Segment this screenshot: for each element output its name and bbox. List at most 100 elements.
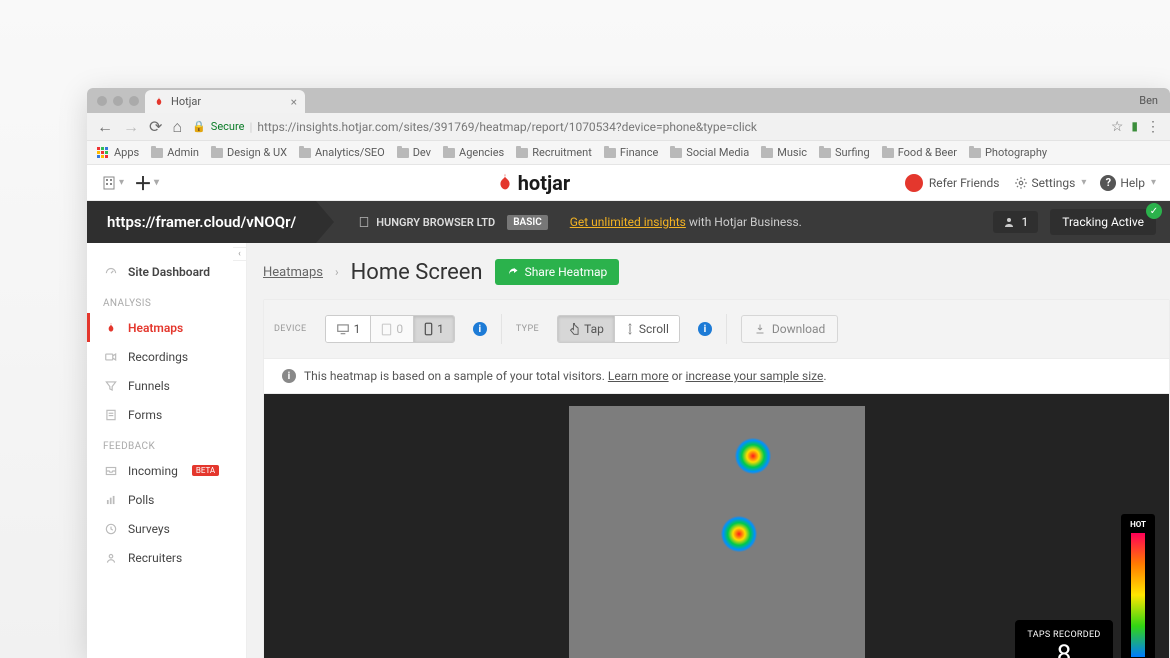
bookmark-folder[interactable]: Recruitment: [516, 146, 592, 159]
bookmark-folder[interactable]: Photography: [969, 146, 1047, 159]
bookmark-label: Surfing: [835, 146, 870, 159]
sidebar-label: Polls: [128, 493, 154, 507]
sidebar-recruiters[interactable]: Recruiters: [87, 543, 246, 572]
share-button[interactable]: Share Heatmap: [495, 259, 620, 285]
sidebar-heatmaps[interactable]: Heatmaps: [87, 313, 246, 342]
device-label: DEVICE: [274, 324, 307, 334]
help-menu[interactable]: ? Help▾: [1100, 175, 1156, 191]
folder-icon: [211, 148, 223, 158]
folder-icon: [670, 148, 682, 158]
bookmark-folder[interactable]: Music: [761, 146, 807, 159]
sidebar-surveys[interactable]: Surveys: [87, 514, 246, 543]
url-field[interactable]: 🔒 Secure | https://insights.hotjar.com/s…: [192, 120, 1101, 134]
bookmark-folder[interactable]: Surfing: [819, 146, 870, 159]
sidebar-dashboard[interactable]: Site Dashboard: [87, 257, 246, 286]
hotjar-logo[interactable]: hotjar: [494, 171, 571, 195]
sidebar-polls[interactable]: Polls: [87, 485, 246, 514]
tracking-status[interactable]: Tracking Active ✓: [1050, 209, 1156, 235]
bookmark-label: Social Media: [686, 146, 749, 159]
increase-sample-link[interactable]: increase your sample size: [685, 369, 823, 383]
bookmark-folder[interactable]: Analytics/SEO: [299, 146, 385, 159]
close-dot[interactable]: [97, 96, 107, 106]
inbox-icon: [103, 463, 118, 478]
device-phone[interactable]: 1: [414, 316, 454, 342]
heatmap-viewer: TAPS RECORDED 8 HOT COLD: [264, 394, 1169, 658]
forward-icon[interactable]: →: [123, 119, 139, 135]
chevron-down-icon: ▾: [1151, 177, 1156, 188]
bookmark-folder[interactable]: Food & Beer: [882, 146, 957, 159]
learn-more-link[interactable]: Learn more: [608, 369, 669, 383]
device-desktop[interactable]: 1: [326, 316, 372, 342]
browser-tab[interactable]: Hotjar ×: [145, 90, 305, 113]
tab-title: Hotjar: [171, 95, 201, 108]
sidebar-forms[interactable]: Forms: [87, 400, 246, 429]
reload-icon[interactable]: ⟳: [149, 119, 162, 135]
home-icon[interactable]: ⌂: [172, 119, 182, 135]
bookmark-folder[interactable]: Agencies: [443, 146, 504, 159]
taps-label: TAPS RECORDED: [1021, 630, 1107, 640]
sidebar-funnels[interactable]: Funnels: [87, 371, 246, 400]
type-tap[interactable]: Tap: [558, 316, 615, 342]
add-button[interactable]: ＋▾: [134, 170, 159, 196]
collapse-sidebar[interactable]: ‹: [233, 247, 247, 261]
sidebar-incoming[interactable]: Incoming BETA: [87, 456, 246, 485]
lock-icon: 🔒: [192, 120, 206, 133]
main-content: Heatmaps › Home Screen Share Heatmap DEV…: [247, 243, 1170, 658]
bookmark-folder[interactable]: Dev: [397, 146, 431, 159]
apps-button[interactable]: Apps: [97, 146, 139, 159]
chrome-profile[interactable]: Ben: [1139, 94, 1158, 107]
breadcrumb: Heatmaps › Home Screen Share Heatmap: [263, 259, 1170, 285]
bookmark-folder[interactable]: Social Media: [670, 146, 749, 159]
bookmark-label: Admin: [167, 146, 199, 159]
sidebar-label: Heatmaps: [128, 321, 183, 335]
count: 0: [396, 322, 403, 336]
controls-bar: DEVICE 1 0 1: [264, 300, 1169, 359]
heat-spot: [721, 516, 757, 552]
settings-menu[interactable]: Settings▾: [1014, 176, 1087, 190]
info-icon[interactable]: i: [473, 322, 487, 336]
app-header: ▾ ＋▾ hotjar Refer Friends Settings▾ ? He…: [87, 165, 1170, 201]
star-icon[interactable]: ☆: [1111, 119, 1124, 135]
badge-icon: [905, 174, 923, 192]
upsell-tail: with Hotjar Business.: [686, 215, 802, 229]
org-switcher[interactable]: ▾: [101, 170, 124, 196]
window-controls[interactable]: [97, 96, 139, 113]
site-url-chip[interactable]: https://framer.cloud/vNOQr/: [87, 201, 316, 243]
bookmark-folder[interactable]: Design & UX: [211, 146, 287, 159]
download-button[interactable]: Download: [741, 315, 838, 343]
back-icon[interactable]: ←: [97, 119, 113, 135]
minimize-dot[interactable]: [113, 96, 123, 106]
bookmark-folder[interactable]: Admin: [151, 146, 199, 159]
browser-tabstrip: Hotjar × Ben: [87, 88, 1170, 113]
chevron-down-icon: ▾: [1081, 177, 1086, 188]
download-label: Download: [772, 322, 825, 336]
help-label: Help: [1120, 176, 1145, 190]
bookmark-folder[interactable]: Finance: [604, 146, 658, 159]
user-count[interactable]: 1: [993, 211, 1038, 233]
funnel-icon: [103, 378, 118, 393]
close-icon[interactable]: ×: [291, 95, 297, 109]
extension-icon[interactable]: ▮: [1131, 119, 1138, 135]
info-icon[interactable]: i: [698, 322, 712, 336]
menu-icon[interactable]: ⋮: [1146, 119, 1160, 135]
opt-label: Tap: [584, 322, 604, 336]
download-icon: [754, 323, 766, 335]
device-tablet[interactable]: 0: [371, 316, 414, 342]
upsell-link[interactable]: Get unlimited insights: [570, 215, 686, 229]
beta-badge: BETA: [192, 465, 219, 476]
sidebar-recordings[interactable]: Recordings: [87, 342, 246, 371]
bookmark-label: Design & UX: [227, 146, 287, 159]
crumb-heatmaps[interactable]: Heatmaps: [263, 265, 323, 280]
tap-icon: [568, 322, 580, 336]
type-scroll[interactable]: Scroll: [615, 316, 679, 342]
org-name[interactable]: HUNGRY BROWSER LTD BASIC: [358, 215, 548, 230]
folder-icon: [969, 148, 981, 158]
taps-value: 8: [1021, 640, 1107, 658]
zoom-dot[interactable]: [129, 96, 139, 106]
refer-friends[interactable]: Refer Friends: [905, 174, 1000, 192]
note-text: or: [669, 369, 686, 383]
org-label: HUNGRY BROWSER LTD: [376, 216, 495, 229]
bookmarks-bar: Apps Admin Design & UX Analytics/SEO Dev…: [87, 141, 1170, 165]
folder-icon: [761, 148, 773, 158]
note-text: This heatmap is based on a sample of you…: [304, 369, 608, 383]
